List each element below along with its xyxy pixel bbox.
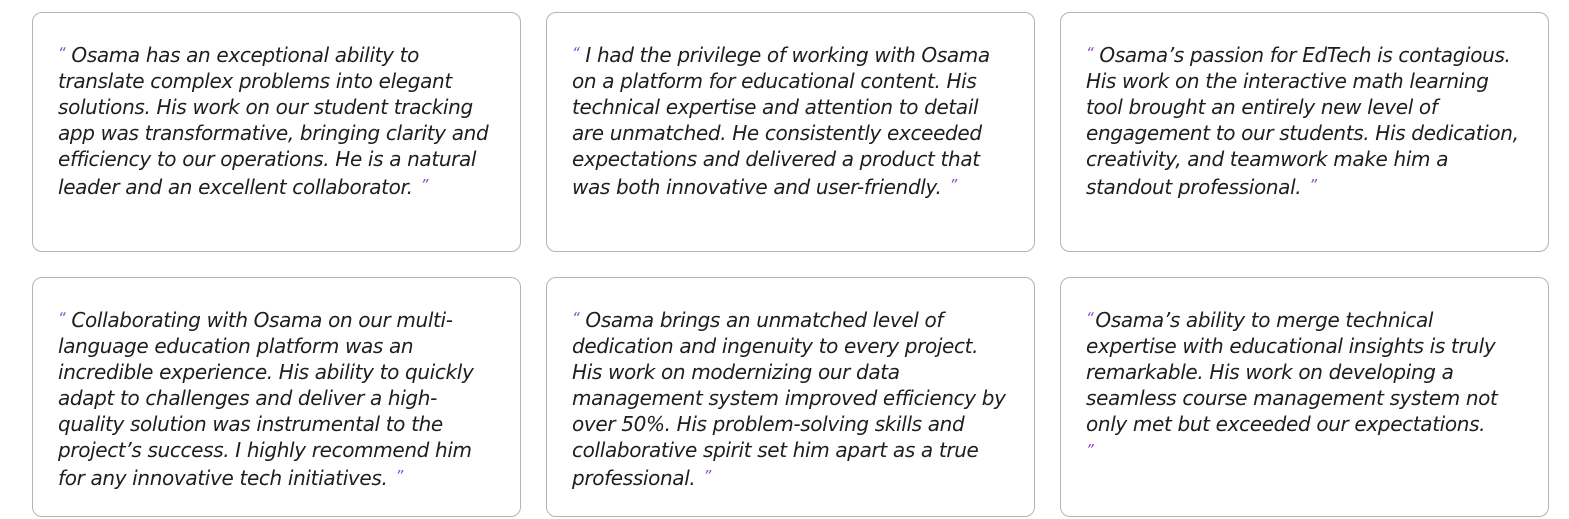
- testimonial-quote: “I had the privilege of working with Osa…: [572, 40, 1010, 200]
- close-quote-icon: ”: [420, 176, 429, 194]
- close-quote-icon: ”: [1309, 176, 1317, 194]
- testimonial-quote: “Collaborating with Osama on our multi-l…: [58, 305, 496, 491]
- close-quote-icon: ”: [395, 467, 403, 485]
- testimonial-card: “Osama has an exceptional ability to tra…: [32, 12, 521, 252]
- testimonial-text: Osama’s passion for EdTech is contagious…: [1086, 43, 1519, 199]
- testimonial-card: “Osama’s ability to merge technical expe…: [1060, 277, 1549, 517]
- testimonial-quote: “Osama brings an unmatched level of dedi…: [572, 305, 1010, 491]
- close-quote-icon: ”: [703, 467, 711, 485]
- testimonial-text: Osama brings an unmatched level of dedic…: [572, 308, 1006, 490]
- testimonial-text: Osama’s ability to merge technical exper…: [1086, 308, 1498, 436]
- open-quote-icon: “: [572, 44, 580, 62]
- open-quote-icon: “: [1086, 309, 1094, 327]
- open-quote-icon: “: [572, 309, 580, 327]
- open-quote-icon: “: [58, 309, 66, 327]
- testimonial-card: “Collaborating with Osama on our multi-l…: [32, 277, 521, 517]
- testimonial-card: “I had the privilege of working with Osa…: [546, 12, 1035, 252]
- testimonial-quote: “Osama has an exceptional ability to tra…: [58, 40, 496, 200]
- testimonial-card: “Osama’s passion for EdTech is contagiou…: [1060, 12, 1549, 252]
- testimonial-card: “Osama brings an unmatched level of dedi…: [546, 277, 1035, 517]
- open-quote-icon: “: [1086, 44, 1094, 62]
- testimonial-quote: “Osama’s passion for EdTech is contagiou…: [1086, 40, 1524, 200]
- testimonials-grid: “Osama has an exceptional ability to tra…: [32, 12, 1549, 517]
- testimonial-quote: “Osama’s ability to merge technical expe…: [1086, 305, 1524, 465]
- open-quote-icon: “: [58, 44, 66, 62]
- testimonial-text: I had the privilege of working with Osam…: [572, 43, 990, 199]
- close-quote-icon: ”: [949, 176, 957, 194]
- testimonial-text: Collaborating with Osama on our multi-la…: [58, 308, 474, 490]
- close-quote-icon: ”: [1086, 441, 1094, 459]
